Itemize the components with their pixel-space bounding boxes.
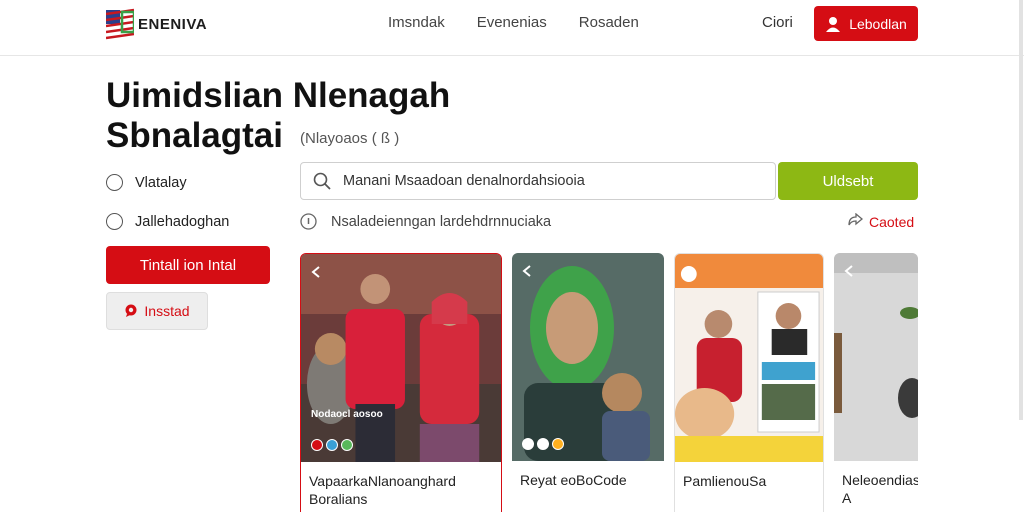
media-card-4[interactable]: Neleoendias A <box>834 253 918 512</box>
media-card-2[interactable]: Reyat eoBoCode <box>512 253 664 512</box>
card-photo <box>512 253 664 461</box>
login-link[interactable]: Ciori <box>762 14 793 31</box>
option-label: Vlatalay <box>135 174 187 191</box>
flag-logo-icon <box>106 8 134 40</box>
reaction-icon <box>552 438 564 450</box>
radio-icon[interactable] <box>106 174 123 191</box>
reaction-icon <box>537 438 549 450</box>
card-photo <box>675 254 823 462</box>
info-text: Nsaladeienngan lardehdrnnuciaka <box>331 213 552 230</box>
nav-item-2[interactable]: Evenenias <box>477 14 547 31</box>
logo[interactable]: ENENIVA <box>106 8 207 40</box>
install-button[interactable]: Tintall ion Intal <box>106 246 270 284</box>
card-photo <box>834 253 918 461</box>
media-card-3[interactable]: PamlienouSa <box>674 253 824 512</box>
reaction-icon <box>311 439 323 451</box>
reaction-dots <box>522 438 564 450</box>
reaction-icon <box>522 438 534 450</box>
card-caption: PamlienouSa <box>683 473 767 489</box>
top-header: ENENIVA Imsndak Evenenias Rosaden Ciori … <box>0 0 1024 56</box>
secondary-button[interactable]: Insstad <box>106 292 208 330</box>
back-arrow-icon[interactable] <box>842 263 858 279</box>
share-label: Caoted <box>869 213 915 230</box>
search-input[interactable] <box>343 173 743 189</box>
option-radio-1[interactable]: Vlatalay <box>106 174 187 191</box>
share-icon <box>848 213 863 226</box>
search-box[interactable] <box>300 162 776 200</box>
info-row: Nsaladeienngan lardehdrnnuciaka <box>300 213 551 230</box>
scrollbar[interactable] <box>1019 0 1023 420</box>
main-nav: Imsndak Evenenias Rosaden <box>388 14 671 31</box>
logo-text: ENENIVA <box>138 15 208 33</box>
reaction-icon <box>341 439 353 451</box>
radio-icon[interactable] <box>106 213 123 230</box>
card-caption: Neleoendias A <box>842 472 918 506</box>
card-caption: Reyat eoBoCode <box>520 472 627 488</box>
share-link[interactable]: Caoted <box>846 213 914 230</box>
chat-bubble-icon <box>125 304 137 317</box>
subtitle: (Nlayoaos ( ß ) <box>300 130 400 147</box>
signup-label: Lebodlan <box>849 15 907 32</box>
info-icon <box>300 213 317 230</box>
search-icon <box>313 172 331 190</box>
reaction-icon <box>326 439 338 451</box>
secondary-label: Insstad <box>144 303 190 319</box>
option-radio-2[interactable]: Jallehadoghan <box>106 213 229 230</box>
card-photo <box>301 254 501 462</box>
signup-button[interactable]: Lebodlan <box>814 6 918 41</box>
search-button[interactable]: Uldsebt <box>778 162 918 200</box>
card-caption: VapaarkaNlanoanghard Boralians <box>309 473 456 507</box>
page-title: Uimidslian Nlenagah Sbnalagtai <box>106 76 451 155</box>
back-arrow-icon[interactable] <box>309 264 325 280</box>
nav-item-3[interactable]: Rosaden <box>579 14 639 31</box>
option-label: Jallehadoghan <box>135 213 230 230</box>
card-overlay-text: Nodaocl aosoo <box>311 409 383 420</box>
nav-item-1[interactable]: Imsndak <box>388 14 445 31</box>
back-arrow-icon[interactable] <box>520 263 536 279</box>
reaction-dots <box>311 439 353 451</box>
user-icon <box>826 16 841 32</box>
media-card-1[interactable]: Nodaocl aosoo VapaarkaNlanoanghard Boral… <box>300 253 502 512</box>
